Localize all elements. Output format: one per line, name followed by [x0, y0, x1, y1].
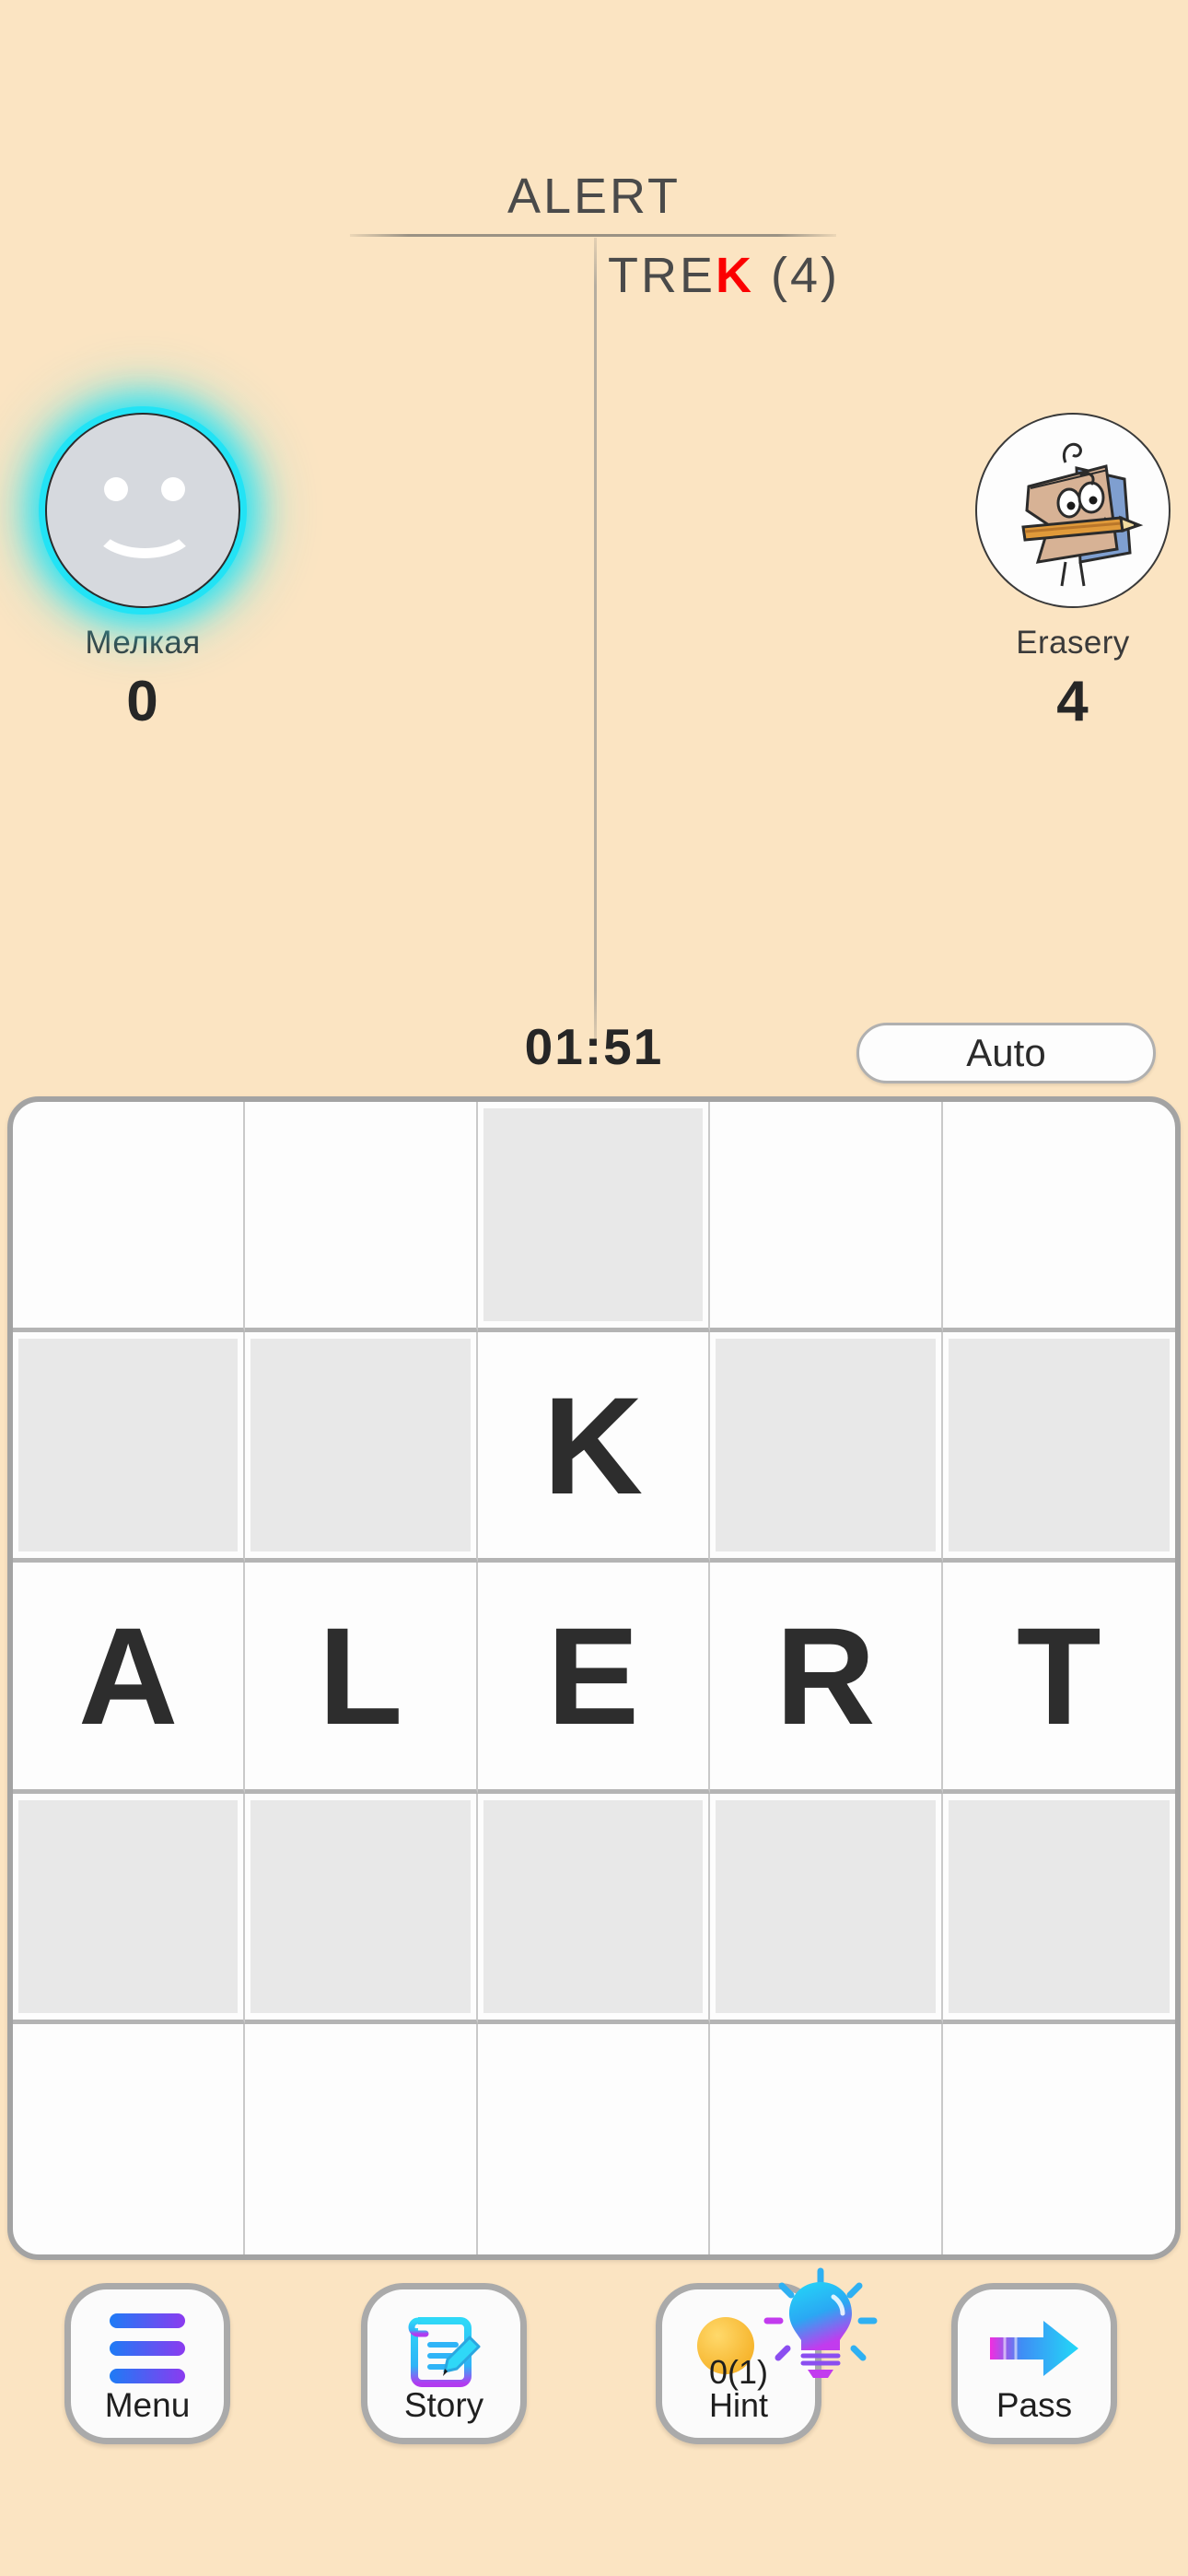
auto-button[interactable]: Auto — [856, 1023, 1156, 1083]
avatar-wrap-right[interactable] — [975, 413, 1171, 608]
grid-cell-r3-c2[interactable]: L — [245, 1563, 478, 1794]
grid-cell-r4-c2[interactable] — [245, 1793, 478, 2024]
grid-cell-r1-c1[interactable] — [13, 1102, 246, 1333]
arrow-right-icon — [958, 2317, 1111, 2380]
cell-fill — [716, 1339, 936, 1552]
cell-fill — [18, 1799, 239, 2013]
cell-fill — [948, 1339, 1170, 1552]
target-word-top: ALERT — [507, 169, 681, 224]
grid-cell-r2-c1[interactable] — [13, 1332, 246, 1563]
hint-text-block: 0(1) Hint — [708, 2352, 769, 2425]
cell-letter: K — [542, 1367, 644, 1523]
story-button[interactable]: Story — [361, 2283, 527, 2444]
vertical-divider — [594, 238, 597, 1039]
cell-letter: R — [775, 1598, 876, 1753]
cell-fill — [250, 1799, 471, 2013]
player-panel-left[interactable]: Мелкая 0 — [0, 413, 295, 734]
word-highlight-letter: K — [716, 248, 754, 303]
avatar-eraser-character[interactable] — [975, 413, 1171, 608]
avatar-smiley[interactable] — [45, 413, 240, 608]
player-score-left: 0 — [126, 670, 159, 733]
grid-cell-r3-c1[interactable]: A — [13, 1563, 246, 1794]
grid-cell-r1-c5[interactable] — [942, 1102, 1175, 1333]
grid-cell-r4-c1[interactable] — [13, 1793, 246, 2024]
eraser-character-icon — [1021, 442, 1144, 587]
grid-cell-r5-c3[interactable] — [478, 2023, 711, 2254]
avatar-wrap-left[interactable] — [45, 413, 240, 608]
pass-button[interactable]: Pass — [951, 2283, 1117, 2444]
player-name-right: Erasery — [1016, 625, 1130, 661]
grid-cell-r4-c5[interactable] — [942, 1794, 1175, 2024]
hamburger-icon — [71, 2313, 224, 2383]
grid-cell-r1-c3[interactable] — [477, 1102, 711, 1333]
lightbulb-icon — [762, 2267, 881, 2387]
grid-cell-r1-c2[interactable] — [245, 1102, 478, 1333]
player-panel-right[interactable]: Erasery 4 — [921, 413, 1188, 734]
grid-cell-r5-c1[interactable] — [13, 2023, 246, 2254]
grid-cell-r3-c3[interactable]: E — [477, 1563, 711, 1794]
word-suffix: (4) — [754, 248, 840, 303]
cell-fill — [716, 1799, 936, 2013]
cell-letter: E — [546, 1598, 640, 1753]
hint-button-label: Hint — [708, 2386, 769, 2425]
cell-fill — [948, 1799, 1170, 2013]
grid-cell-r1-c4[interactable] — [710, 1102, 943, 1333]
cell-fill — [250, 1339, 471, 1552]
grid-cell-r5-c2[interactable] — [245, 2023, 478, 2254]
game-board[interactable]: K ALERT — [7, 1096, 1181, 2260]
hint-button[interactable]: 0(1) Hint — [656, 2267, 878, 2444]
game-screen: ALERT TREK (4) Мелкая 0 Erasery 4 01:51 … — [0, 0, 1188, 2576]
grid-cell-r4-c4[interactable] — [710, 1793, 943, 2024]
menu-button[interactable]: Menu — [64, 2283, 230, 2444]
player-name-left: Мелкая — [85, 625, 201, 661]
grid-cell-r4-c3[interactable] — [477, 1793, 711, 2024]
bottom-toolbar: Menu Story 0(1) Hint Pass — [0, 2267, 1188, 2481]
hint-count: 0(1) — [708, 2352, 769, 2391]
letter-grid[interactable]: K ALERT — [13, 1102, 1175, 2254]
grid-cell-r2-c2[interactable] — [245, 1332, 478, 1563]
grid-cell-r2-c4[interactable] — [710, 1332, 943, 1563]
cell-letter: L — [318, 1598, 403, 1753]
smiley-mouth-icon — [91, 492, 198, 558]
grid-cell-r3-c5[interactable]: T — [942, 1563, 1175, 1794]
grid-cell-r5-c4[interactable] — [710, 2023, 943, 2254]
grid-cell-r3-c4[interactable]: R — [710, 1563, 943, 1794]
document-pencil-icon — [367, 2306, 520, 2395]
player-score-right: 4 — [1056, 670, 1089, 733]
grid-cell-r2-c3[interactable]: K — [477, 1332, 711, 1563]
menu-button-label: Menu — [104, 2386, 191, 2425]
grid-cell-r2-c5[interactable] — [942, 1332, 1175, 1563]
word-prefix: TRE — [608, 248, 716, 303]
grid-cell-r5-c5[interactable] — [943, 2024, 1175, 2254]
cell-fill — [483, 1108, 704, 1322]
cell-letter: A — [78, 1598, 179, 1753]
cell-fill — [483, 1799, 704, 2013]
word-divider-horizontal — [350, 234, 836, 237]
cell-letter: T — [1016, 1598, 1101, 1753]
turn-timer: 01:51 — [524, 1018, 664, 1075]
pass-button-label: Pass — [996, 2386, 1073, 2425]
cell-fill — [18, 1339, 239, 1552]
current-word-display: TREK (4) — [608, 247, 995, 304]
